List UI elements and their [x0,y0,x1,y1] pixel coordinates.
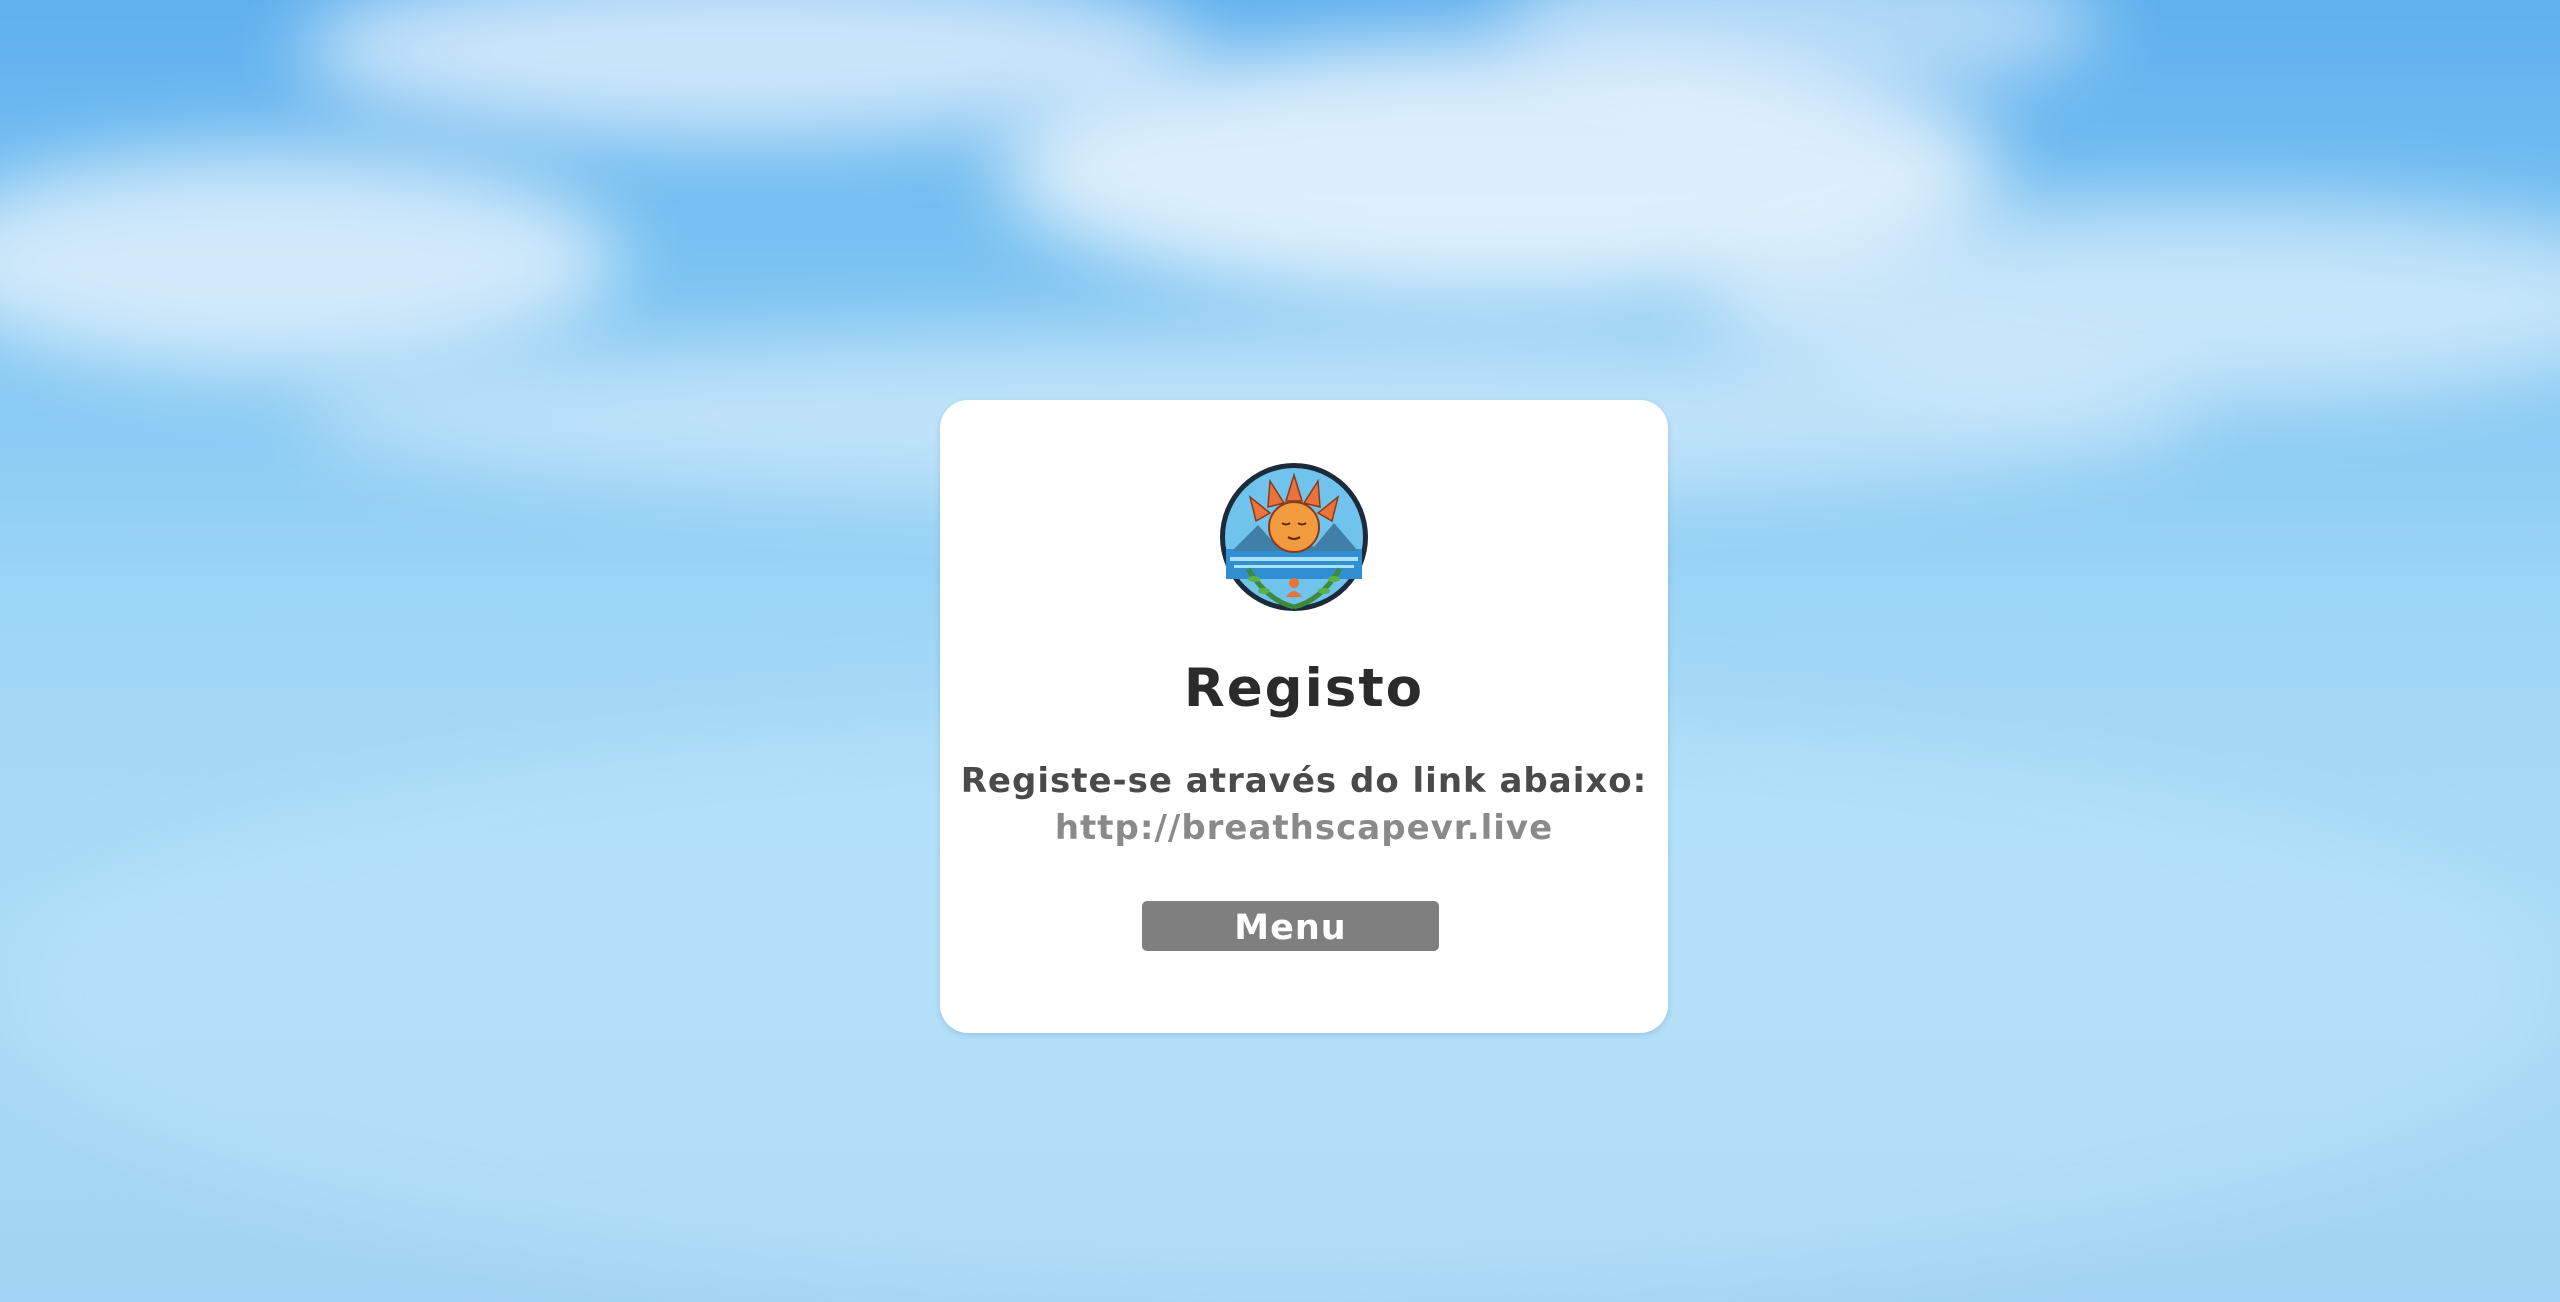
cloud [0,150,620,370]
registration-dialog: Registo Registe-se através do link abaix… [940,400,1668,1033]
register-link[interactable]: http://breathscapevr.live [940,808,1668,848]
dialog-title: Registo [1183,658,1425,719]
menu-button[interactable]: Menu [1142,901,1439,951]
breathscape-logo-icon [1220,463,1368,611]
register-instruction: Registe-se através do link abaixo: [960,761,1648,801]
